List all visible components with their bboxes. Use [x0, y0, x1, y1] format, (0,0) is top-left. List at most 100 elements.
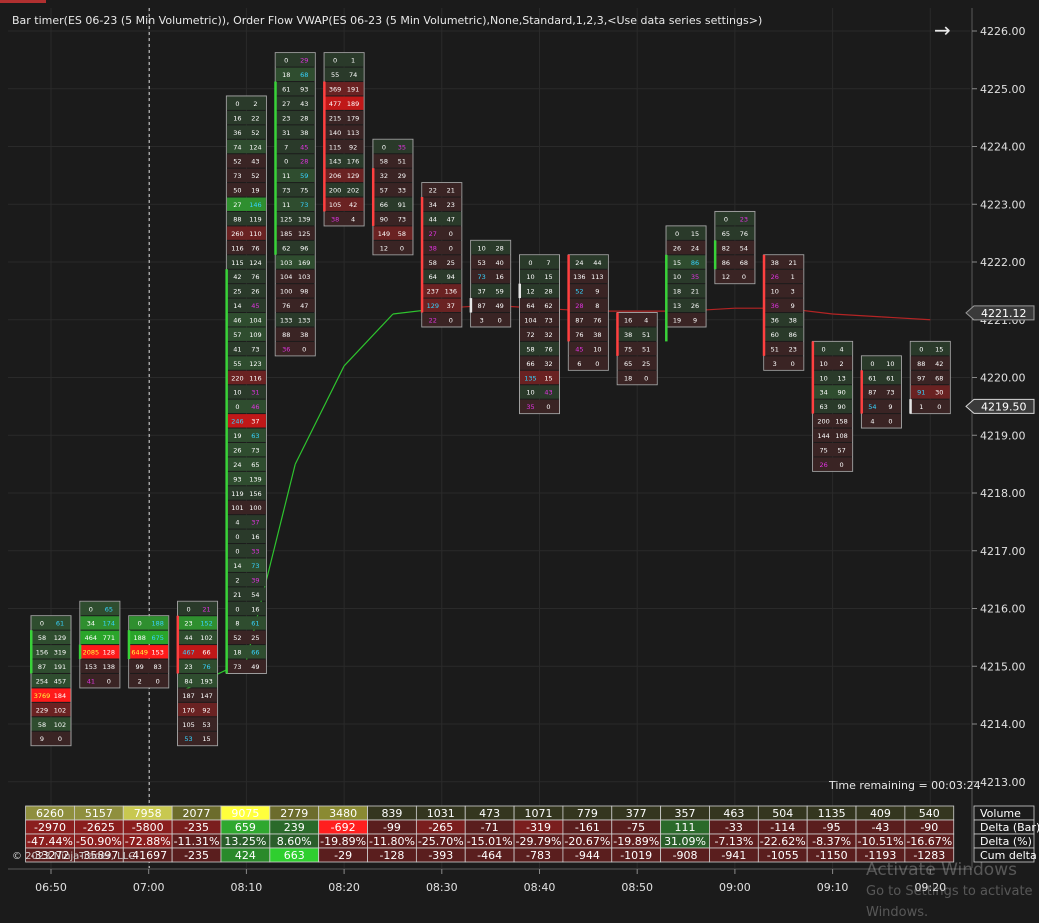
level-cell: [275, 139, 315, 154]
bid-volume: 19: [673, 317, 681, 325]
ask-volume: 3: [791, 288, 795, 296]
bid-volume: 63: [819, 403, 827, 411]
bid-volume: 66: [526, 360, 534, 368]
ask-volume: 33: [251, 548, 259, 556]
bid-volume: 10: [478, 244, 486, 252]
level-cell: [861, 414, 901, 428]
price-tick-label: 4222.00: [980, 256, 1026, 269]
ask-volume: 96: [300, 244, 308, 252]
bid-volume: 0: [528, 259, 532, 267]
bid-volume: 103: [280, 259, 292, 267]
footprint-bar-5: 0 29 18 68 61 93 27 43 23 28 31 38 7 45 0 28 11 59 73 75 11 7…: [274, 52, 316, 357]
bid-volume: 82: [722, 244, 730, 252]
bid-volume: 119: [231, 490, 243, 498]
ask-volume: 76: [251, 273, 259, 281]
ask-volume: 49: [496, 302, 504, 310]
ask-volume: 0: [156, 677, 160, 685]
bid-volume: 41: [233, 345, 241, 353]
bid-volume: 86: [722, 259, 730, 267]
ask-volume: 9: [888, 403, 892, 411]
footprint-bar-1: 0 65 34 174 464 7712085 128 153 138 41 0: [78, 600, 121, 689]
bid-volume: 87: [478, 302, 486, 310]
bid-volume: 61: [868, 374, 876, 382]
footprint-bar-9: 10 28 53 40 73 16 37 59 87 49 3 0: [469, 239, 512, 328]
bid-volume: 136: [573, 273, 585, 281]
ask-volume: 0: [644, 374, 648, 382]
ask-volume: 54: [740, 244, 748, 252]
level-cell: [324, 53, 364, 67]
ask-volume: 53: [202, 721, 210, 729]
bid-volume: 24: [575, 259, 583, 267]
ask-volume: 21: [447, 187, 455, 195]
delta-bar-cell-text: 239: [284, 821, 305, 834]
price-tick-label: 4220.00: [980, 372, 1026, 385]
bid-volume: 99: [136, 663, 144, 671]
bid-volume: 87: [38, 663, 46, 671]
bid-volume: 0: [822, 345, 826, 353]
ask-volume: 102: [54, 706, 66, 714]
bid-volume: 36: [282, 345, 290, 353]
ask-volume: 74: [349, 71, 357, 79]
ask-volume: 43: [251, 158, 259, 166]
bid-volume: 229: [36, 706, 48, 714]
vwap-segment: [294, 365, 345, 465]
bid-volume: 10: [819, 374, 827, 382]
ask-volume: 52: [251, 129, 259, 137]
bid-volume: 185: [280, 230, 292, 238]
bid-volume: 34: [87, 620, 95, 628]
bid-volume: 237: [427, 288, 439, 296]
ask-volume: 42: [349, 201, 357, 209]
bid-volume: 206: [329, 172, 341, 180]
bid-volume: 143: [329, 158, 341, 166]
arrow-right-icon[interactable]: →: [934, 18, 951, 42]
cum-delta-cell-text: -783: [526, 849, 551, 862]
ask-volume: 15: [935, 345, 943, 353]
ask-volume: 147: [200, 692, 212, 700]
bar-body-strip: [909, 399, 912, 414]
bid-volume: 58: [526, 345, 534, 353]
volume-cell-text: 473: [479, 807, 500, 820]
ask-volume: 2: [253, 100, 257, 108]
bid-volume: 64: [526, 302, 534, 310]
bid-volume: 101: [231, 504, 243, 512]
ask-volume: 104: [249, 317, 261, 325]
price-axis: 4226.00 4225.00 4224.00 4223.00 4222.00 4221.…: [971, 8, 1026, 868]
bid-volume: 73: [478, 273, 486, 281]
bar-body-strip: [30, 630, 33, 674]
footprint-bar-11: 24 44 136 113 52 9 28 8 87 76 76 38 45 10 6 0: [567, 254, 609, 371]
ask-volume: 91: [398, 201, 406, 209]
ask-volume: 188: [151, 620, 163, 628]
watermark-line-2: Go to Settings to activate Windows.: [866, 884, 1033, 920]
ask-volume: 7: [546, 259, 550, 267]
ask-volume: 65: [251, 461, 259, 469]
ask-volume: 129: [54, 634, 66, 642]
bid-volume: 18: [233, 649, 241, 657]
footprint-bar-16: 0 4 10 2 10 13 34 90 63 90 200 158 144 108 75 57 26 0: [811, 340, 854, 472]
delta-bar-cell-text: -265: [428, 821, 453, 834]
ask-volume: 73: [251, 562, 259, 570]
cum-delta-cell-text: -944: [575, 849, 600, 862]
price-tick-label: 4214.00: [980, 718, 1026, 731]
ask-volume: 45: [251, 302, 259, 310]
price-tick-label: 4225.00: [980, 83, 1026, 96]
price-tick-label: 4216.00: [980, 603, 1026, 616]
volume-cell-text: 409: [870, 807, 891, 820]
ask-volume: 32: [544, 331, 552, 339]
bid-volume: 187: [182, 692, 194, 700]
ask-volume: 771: [103, 634, 115, 642]
level-cell: [520, 255, 559, 269]
footprint-chart[interactable]: 4226.00 4225.00 4224.00 4223.00 4222.00 4221.…: [0, 0, 1039, 897]
bid-volume: 3: [480, 317, 484, 325]
bid-volume: 55: [233, 360, 241, 368]
footprint-bar-14: 0 23 65 76 82 54 86 68 12 0: [713, 210, 756, 285]
ask-volume: 92: [202, 706, 210, 714]
bid-volume: 2: [235, 576, 239, 584]
bid-volume: 11: [282, 172, 290, 180]
ask-volume: 100: [249, 504, 261, 512]
bid-volume: 21: [233, 591, 241, 599]
ask-volume: 35: [691, 273, 699, 281]
bid-volume: 73: [233, 172, 241, 180]
bid-volume: 51: [771, 345, 779, 353]
delta-pct-cell-text: -72.88%: [125, 835, 171, 848]
cum-delta-cell-text: -908: [673, 849, 698, 862]
